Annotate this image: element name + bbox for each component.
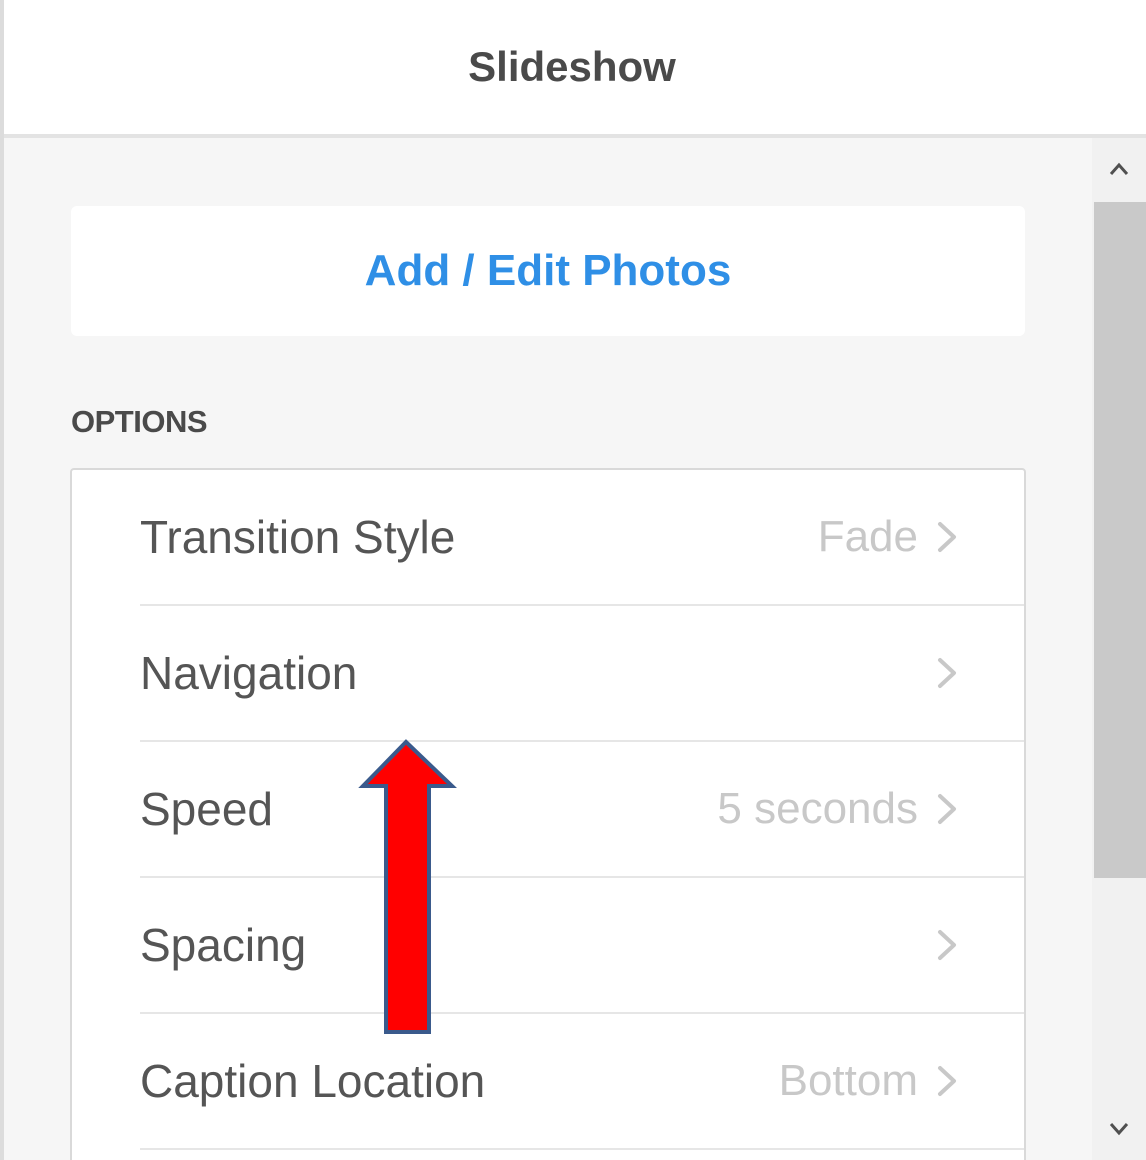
scroll-down-button[interactable] — [1092, 1098, 1146, 1160]
chevron-right-icon — [938, 930, 956, 960]
options-heading: OPTIONS — [71, 404, 208, 439]
add-edit-photos-button[interactable]: Add / Edit Photos — [71, 206, 1025, 336]
chevron-right-icon — [938, 658, 956, 688]
option-caption-location[interactable]: Caption Location Bottom — [140, 1014, 1024, 1150]
panel-header: Slideshow — [4, 0, 1146, 138]
chevron-right-icon — [938, 794, 956, 824]
panel-title: Slideshow — [468, 43, 676, 90]
chevron-right-icon — [938, 1066, 956, 1096]
option-label: Navigation — [140, 647, 358, 699]
option-transition-style[interactable]: Transition Style Fade — [140, 470, 1024, 606]
chevron-right-icon — [938, 522, 956, 552]
option-value: Fade — [817, 512, 918, 561]
scrollbar-thumb[interactable] — [1094, 202, 1146, 878]
option-label: Speed — [140, 783, 274, 835]
panel-content: Add / Edit Photos OPTIONS Transition Sty… — [4, 138, 1092, 1160]
option-spacing[interactable]: Spacing — [140, 878, 1024, 1014]
option-speed[interactable]: Speed 5 seconds — [140, 742, 1024, 878]
option-value: Bottom — [778, 1056, 918, 1105]
slideshow-settings-panel: Slideshow Add / Edit Photos OPTIONS Tran… — [0, 0, 1146, 1160]
scroll-up-button[interactable] — [1092, 138, 1146, 200]
option-label: Spacing — [140, 919, 307, 971]
options-list: Transition Style Fade Navigation Speed 5… — [70, 468, 1026, 1160]
vertical-scrollbar[interactable] — [1092, 138, 1146, 1160]
chevron-up-icon — [1109, 162, 1129, 175]
chevron-down-icon — [1109, 1123, 1129, 1136]
option-label: Caption Location — [140, 1055, 486, 1107]
option-value: 5 seconds — [717, 784, 918, 833]
add-edit-photos-label: Add / Edit Photos — [364, 246, 732, 295]
option-navigation[interactable]: Navigation — [140, 606, 1024, 742]
option-label: Transition Style — [140, 511, 456, 563]
